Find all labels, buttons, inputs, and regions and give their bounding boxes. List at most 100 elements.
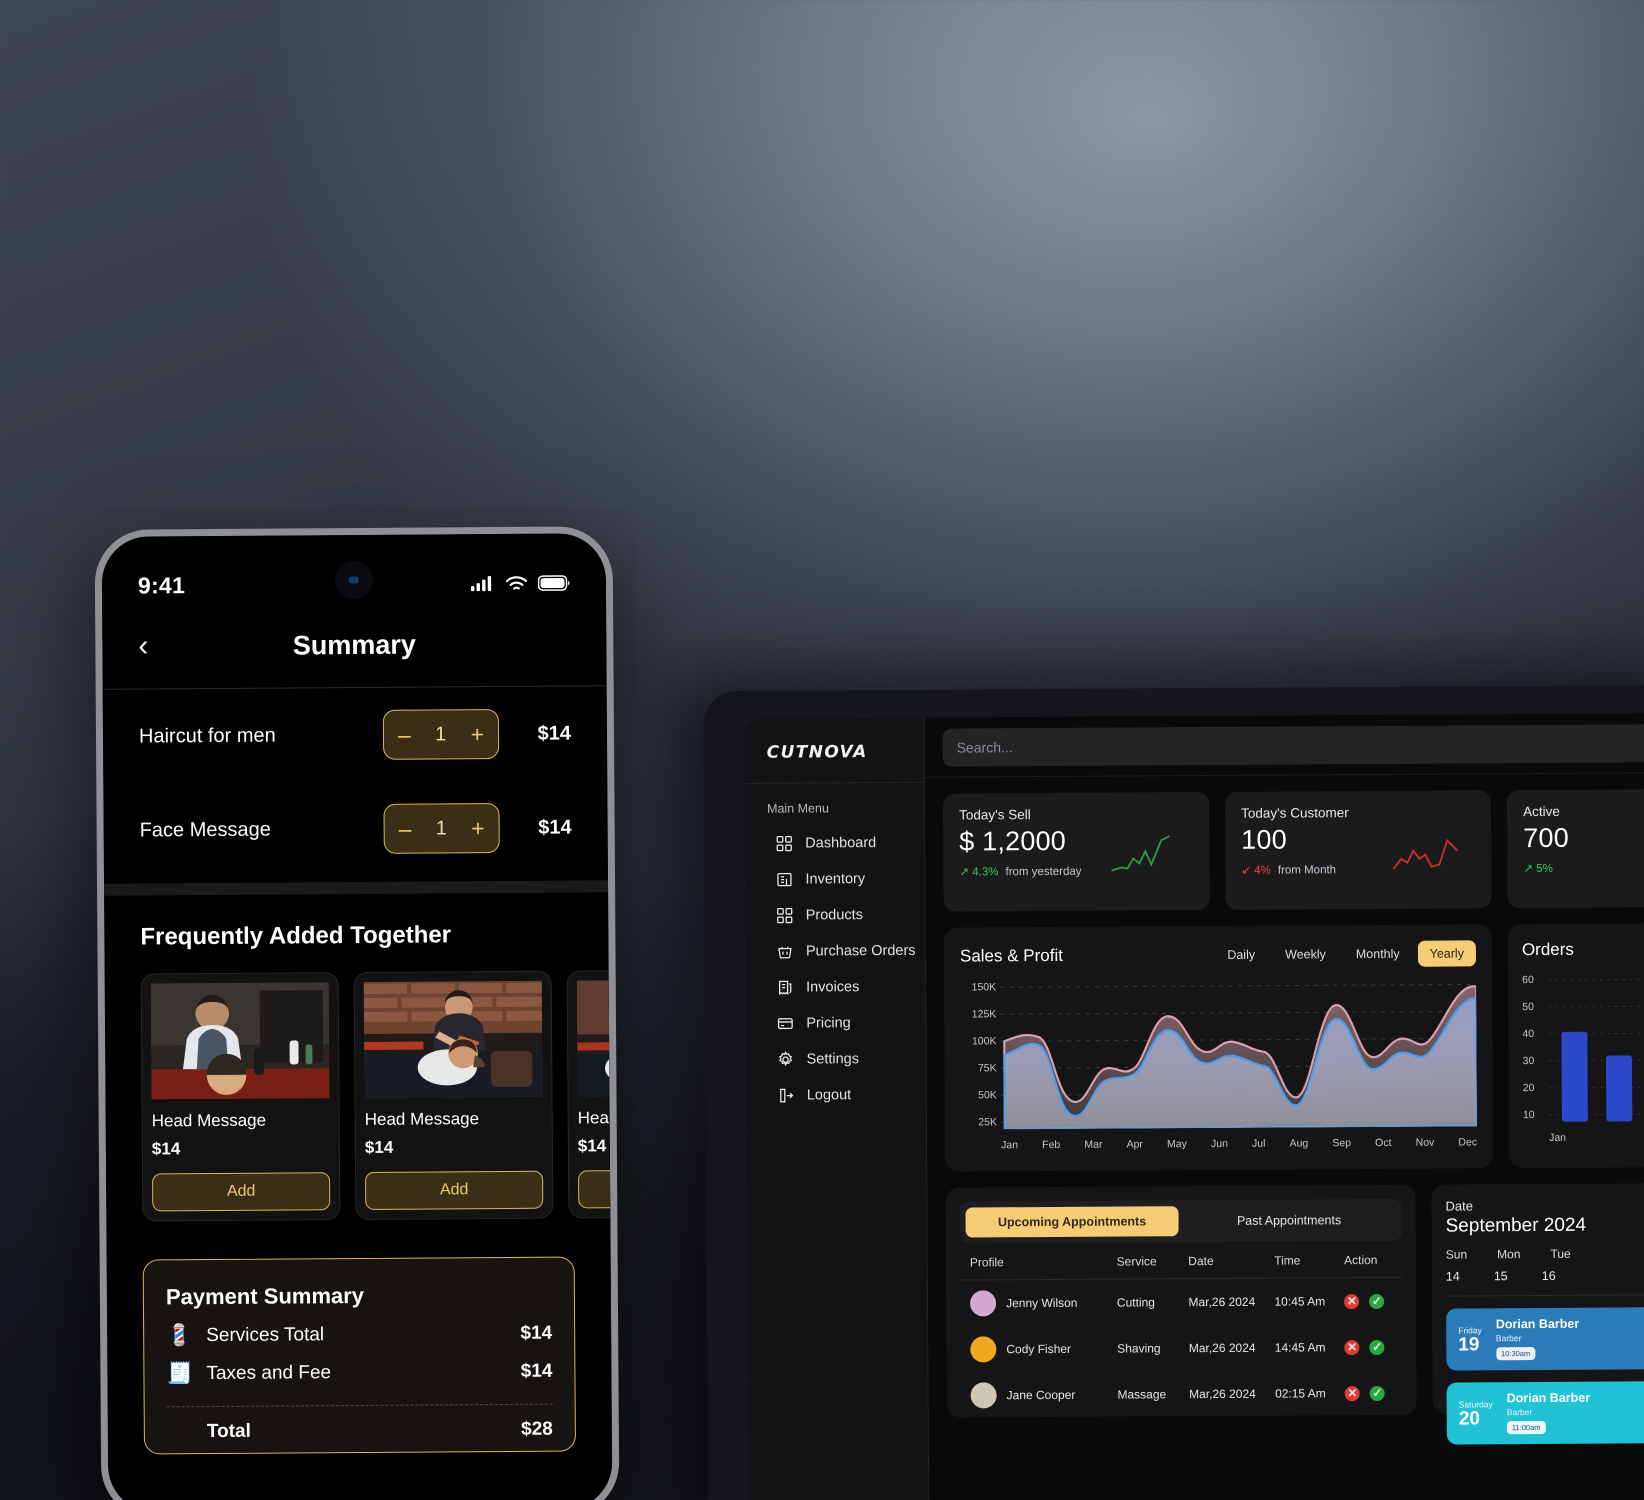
cancel-icon[interactable]: ✕ xyxy=(1344,1293,1360,1309)
plot-area xyxy=(1000,978,1477,1130)
weekday-row: Sun Mon Tue xyxy=(1446,1246,1644,1262)
quantity-stepper[interactable]: – 1 + xyxy=(382,709,500,760)
event-role: Barber xyxy=(1495,1333,1522,1344)
y-tick: 10 xyxy=(1522,1109,1535,1122)
add-button[interactable]: Add xyxy=(365,1170,544,1210)
product-image xyxy=(576,979,611,1097)
decrement-button[interactable]: – xyxy=(399,815,412,841)
tablet-main: Search... Today's Sell $ 1,2000 ↗ 4.3% f… xyxy=(924,712,1644,1500)
event-card[interactable]: Friday 19 Dorian Barber Barber 10:30am xyxy=(1446,1307,1644,1371)
quantity-stepper[interactable]: – 1 + xyxy=(383,803,500,854)
sidebar-item-label: Pricing xyxy=(806,1015,851,1032)
x-axis-labels: Jan Feb Mar Apr May Jun Jul Aug Sep Oct xyxy=(1001,1136,1477,1151)
payment-total-value: $28 xyxy=(521,1418,553,1440)
time-cell: 14:45 Am xyxy=(1274,1340,1326,1355)
y-tick: 75K xyxy=(977,1062,997,1075)
sidebar-item-purchase-orders[interactable]: Purchase Orders xyxy=(746,933,925,970)
quantity-value: 1 xyxy=(435,816,447,839)
building-icon xyxy=(775,871,793,889)
phone-device: 9:41 ‹ Summary Haircut for men – 1 + $14… xyxy=(94,526,620,1500)
date-panel: Date September 2024 Sun Mon Tue 14 15 16 xyxy=(1431,1183,1644,1445)
page-title: Summary xyxy=(292,629,416,660)
weekday: Tue xyxy=(1550,1246,1571,1261)
tab-upcoming-appointments[interactable]: Upcoming Appointments xyxy=(965,1206,1179,1238)
day-number[interactable]: 16 xyxy=(1542,1269,1556,1283)
stat-delta-sub: from yesterday xyxy=(1005,865,1082,879)
event-role: Barber xyxy=(1506,1407,1533,1418)
sidebar-item-label: Products xyxy=(805,907,863,924)
search-input[interactable]: Search... xyxy=(942,723,1644,767)
sidebar-item-invoices[interactable]: Invoices xyxy=(746,969,925,1006)
sidebar-item-label: Invoices xyxy=(806,979,860,996)
stat-card-active: Active 700 ↗ 5% xyxy=(1506,788,1644,909)
column-action: Action xyxy=(1344,1252,1378,1268)
day-number[interactable]: 14 xyxy=(1446,1269,1460,1283)
action-cell: ✕ ✓ xyxy=(1344,1339,1399,1355)
bars-area xyxy=(1548,973,1644,1122)
cancel-icon[interactable]: ✕ xyxy=(1344,1339,1360,1355)
range-option-weekly[interactable]: Weekly xyxy=(1273,941,1338,967)
sidebar-item-pricing[interactable]: Pricing xyxy=(746,1005,925,1042)
y-tick: 40 xyxy=(1522,1028,1535,1041)
y-tick: 60 xyxy=(1522,974,1534,987)
y-tick: 25K xyxy=(978,1116,997,1129)
cancel-icon[interactable]: ✕ xyxy=(1344,1385,1360,1401)
stat-card-todays-customer: Today's Customer 100 ↙ 4% from Month xyxy=(1224,790,1492,910)
event-info: Dorian Barber Barber 10:30am xyxy=(1496,1317,1580,1362)
product-price: $14 xyxy=(364,1137,394,1157)
stat-cards-row: Today's Sell $ 1,2000 ↗ 4.3% from yester… xyxy=(942,788,1644,912)
bottom-row: Upcoming Appointments Past Appointments … xyxy=(945,1183,1644,1445)
battery-icon xyxy=(537,574,570,591)
product-card[interactable]: Head Message $14 Add xyxy=(353,970,554,1221)
table-row[interactable]: Jenny Wilson Cutting Mar,26 2024 10:45 A… xyxy=(960,1278,1402,1327)
event-name: Dorian Barber xyxy=(1506,1390,1591,1406)
product-price: $14 xyxy=(151,1139,181,1159)
gear-icon xyxy=(777,1051,795,1069)
range-option-daily[interactable]: Daily xyxy=(1215,942,1267,968)
sidebar-item-inventory[interactable]: Inventory xyxy=(745,861,924,898)
payment-row: 💈 Services Total $14 xyxy=(166,1308,552,1349)
table-row[interactable]: Cody Fisher Shaving Mar,26 2024 14:45 Am… xyxy=(960,1324,1402,1373)
chart-title: Sales & Profit xyxy=(959,945,1064,966)
search-value: Search... xyxy=(956,738,1013,756)
increment-button[interactable]: + xyxy=(470,721,484,747)
stat-label: Active xyxy=(1523,803,1560,820)
approve-icon[interactable]: ✓ xyxy=(1369,1339,1385,1355)
range-option-monthly[interactable]: Monthly xyxy=(1344,941,1412,967)
sidebar-item-settings[interactable]: Settings xyxy=(746,1041,925,1078)
range-option-yearly[interactable]: Yearly xyxy=(1417,940,1477,967)
decrement-button[interactable]: – xyxy=(398,721,411,747)
date-cell: Mar,26 2024 xyxy=(1188,1294,1256,1310)
sidebar-item-label: Settings xyxy=(806,1051,860,1068)
product-card-list: Head Message $14 Add Head Message $14 Ad… xyxy=(104,948,611,1222)
product-card[interactable]: Head Message $14 Add xyxy=(140,972,341,1222)
tab-past-appointments[interactable]: Past Appointments xyxy=(1182,1205,1395,1236)
table-row[interactable]: Jane Cooper Massage Mar,26 2024 02:15 Am… xyxy=(960,1370,1402,1419)
sidebar-item-dashboard[interactable]: Dashboard xyxy=(745,825,924,862)
x-tick: Feb xyxy=(1042,1138,1061,1152)
daynum-row: 14 15 16 xyxy=(1445,1268,1644,1297)
event-day: 20 xyxy=(1458,1407,1480,1429)
product-card[interactable]: Head Message $14 Add xyxy=(566,969,611,1219)
x-tick: Jul xyxy=(1251,1137,1266,1150)
approve-icon[interactable]: ✓ xyxy=(1369,1293,1385,1309)
event-card[interactable]: Saturday 20 Dorian Barber Barber 11:00am xyxy=(1446,1381,1644,1445)
payment-row: 🧾 Taxes and Fee $14 xyxy=(166,1346,552,1387)
payment-total-label: Total xyxy=(206,1420,251,1443)
sidebar-item-label: Logout xyxy=(806,1087,852,1104)
approve-icon[interactable]: ✓ xyxy=(1369,1385,1385,1401)
action-cell: ✕ ✓ xyxy=(1344,1385,1399,1401)
add-button[interactable]: Add xyxy=(578,1169,611,1209)
sidebar-item-logout[interactable]: Logout xyxy=(747,1077,926,1114)
phone-screen: 9:41 ‹ Summary Haircut for men – 1 + $14… xyxy=(101,533,613,1500)
date-label: Date xyxy=(1445,1198,1473,1214)
x-tick: Dec xyxy=(1458,1136,1478,1149)
tax-emoji-icon: 🧾 xyxy=(166,1362,193,1386)
tablet-screen: CUTNOVA Main Menu Dashboard Inventory Pr… xyxy=(744,712,1644,1500)
add-button[interactable]: Add xyxy=(152,1172,331,1212)
increment-button[interactable]: + xyxy=(471,815,485,841)
day-number[interactable]: 15 xyxy=(1494,1269,1508,1283)
orders-title: Orders xyxy=(1521,939,1574,960)
sidebar-item-products[interactable]: Products xyxy=(746,897,925,934)
customer-name: Cody Fisher xyxy=(1006,1341,1072,1357)
